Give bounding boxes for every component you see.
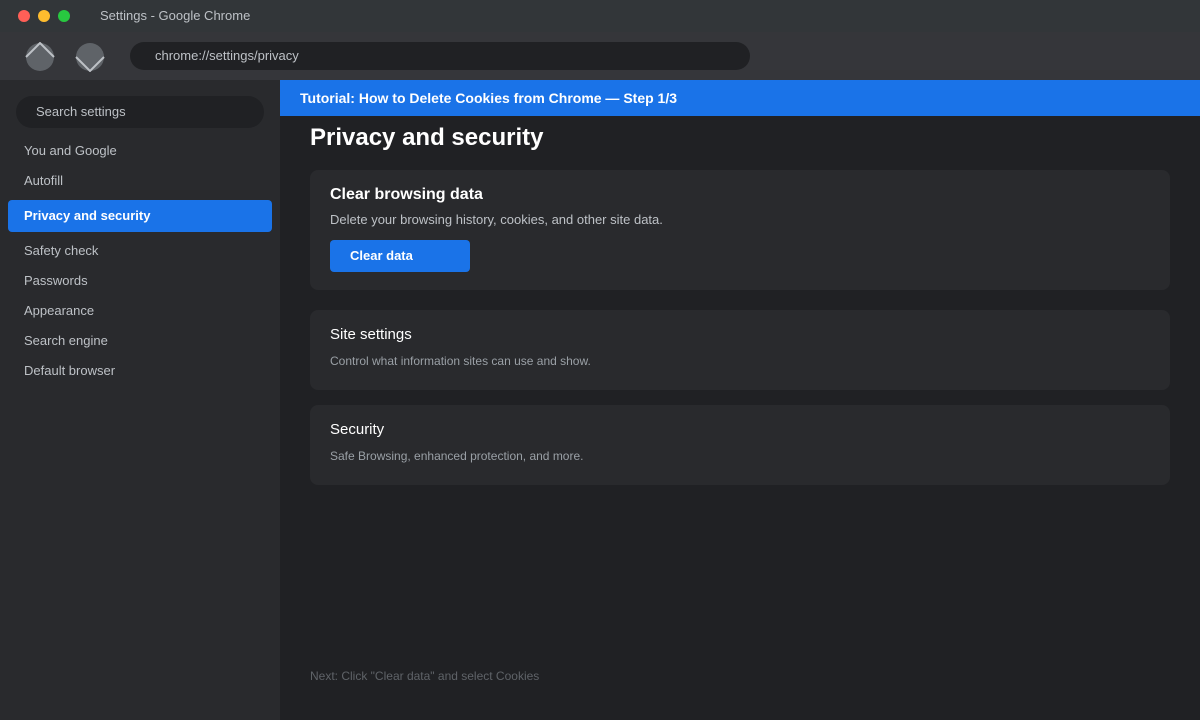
toolbar: chrome://settings/privacy — [0, 32, 1200, 80]
settings-sidebar: Search settings You and Google Autofill … — [0, 80, 280, 720]
chevron-up-icon — [25, 42, 55, 71]
sidebar-item-appearance[interactable]: Appearance — [24, 303, 94, 319]
sidebar-item-you-and-google[interactable]: You and Google — [24, 143, 117, 159]
title-bar: Settings - Google Chrome — [0, 0, 1200, 32]
search-settings-input[interactable]: Search settings — [16, 96, 264, 128]
sidebar-item-autofill[interactable]: Autofill — [24, 173, 63, 189]
site-settings-card[interactable]: Site settings Control what information s… — [310, 310, 1170, 390]
maximize-window-button[interactable] — [58, 10, 70, 22]
card-title: Security — [330, 421, 385, 438]
sidebar-item-default-browser[interactable]: Default browser — [24, 363, 115, 379]
sidebar-item-safety-check[interactable]: Safety check — [24, 243, 98, 259]
tutorial-banner: Tutorial: How to Delete Cookies from Chr… — [280, 80, 1200, 116]
card-description: Safe Browsing, enhanced protection, and … — [330, 449, 584, 463]
sidebar-item-privacy-and-security[interactable]: Privacy and security — [8, 200, 272, 232]
address-bar[interactable]: chrome://settings/privacy — [130, 42, 750, 70]
card-description: Control what information sites can use a… — [330, 354, 591, 368]
next-step-hint: Next: Click "Clear data" and select Cook… — [310, 669, 540, 683]
card-title: Clear browsing data — [330, 186, 483, 203]
back-button[interactable] — [25, 42, 55, 72]
page-title: Privacy and security — [310, 124, 544, 151]
clear-browsing-data-card: Clear browsing data Delete your browsing… — [310, 170, 1170, 290]
sidebar-item-search-engine[interactable]: Search engine — [24, 333, 108, 349]
clear-data-button[interactable]: Clear data — [330, 240, 470, 272]
card-title: Site settings — [330, 326, 412, 343]
card-description: Delete your browsing history, cookies, a… — [330, 212, 663, 227]
window-title: Settings - Google Chrome — [100, 8, 251, 23]
browser-window: Settings - Google Chrome chrome://settin… — [0, 0, 1200, 720]
close-window-button[interactable] — [18, 10, 30, 22]
chevron-down-icon — [75, 43, 105, 72]
minimize-window-button[interactable] — [38, 10, 50, 22]
forward-button[interactable] — [75, 42, 105, 72]
sidebar-item-passwords[interactable]: Passwords — [24, 273, 88, 289]
security-card[interactable]: Security Safe Browsing, enhanced protect… — [310, 405, 1170, 485]
